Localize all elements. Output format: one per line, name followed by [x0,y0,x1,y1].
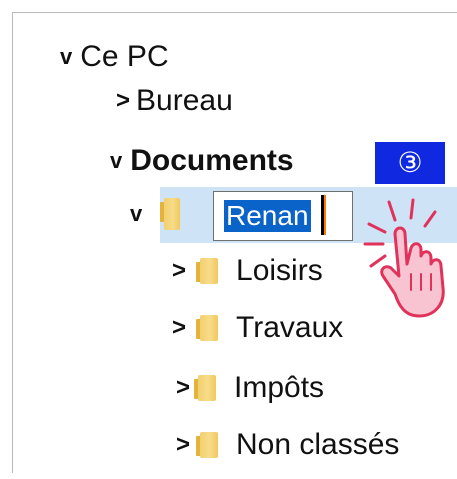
expand-chevron-icon[interactable]: v [110,150,122,172]
tree-item-label: Loisirs [236,254,323,287]
tree-item-label: Bureau [136,84,233,117]
collapse-chevron-icon[interactable]: > [116,89,130,113]
pointing-hand-icon [363,198,445,318]
tree-item-bureau[interactable]: > Bureau [116,86,233,116]
tree-item-ce-pc[interactable]: v Ce PC [60,42,169,72]
folder-icon [196,315,219,341]
expand-chevron-icon[interactable]: v [130,203,142,225]
rename-input[interactable]: Renan [213,191,353,241]
folder-icon [160,198,181,230]
tree-item-label: Documents [130,144,294,177]
step-number-badge: ③ [375,142,445,184]
folder-icon [196,432,219,458]
collapse-chevron-icon[interactable]: > [172,259,186,283]
tree-item-label: Non classés [236,428,400,461]
expand-chevron-icon[interactable]: v [60,46,72,68]
tree-item-label: Ce PC [80,40,169,73]
text-caret [321,195,326,235]
tree-item-label: Travaux [236,311,344,344]
tree-item-travaux[interactable]: > Travaux [172,313,343,343]
tree-item-renaming[interactable]: v [130,198,181,230]
folder-icon [194,375,217,401]
collapse-chevron-icon[interactable]: > [176,376,190,400]
rename-input-selected-text: Renan [224,200,311,232]
tree-item-impots[interactable]: > Impôts [176,373,324,403]
tree-item-label: Impôts [234,371,325,404]
tree-item-non-classes[interactable]: > Non classés [176,430,399,460]
folder-icon [196,258,219,284]
tree-item-documents[interactable]: v Documents [110,146,294,176]
collapse-chevron-icon[interactable]: > [176,433,190,457]
tree-item-loisirs[interactable]: > Loisirs [172,256,323,286]
collapse-chevron-icon[interactable]: > [172,316,186,340]
